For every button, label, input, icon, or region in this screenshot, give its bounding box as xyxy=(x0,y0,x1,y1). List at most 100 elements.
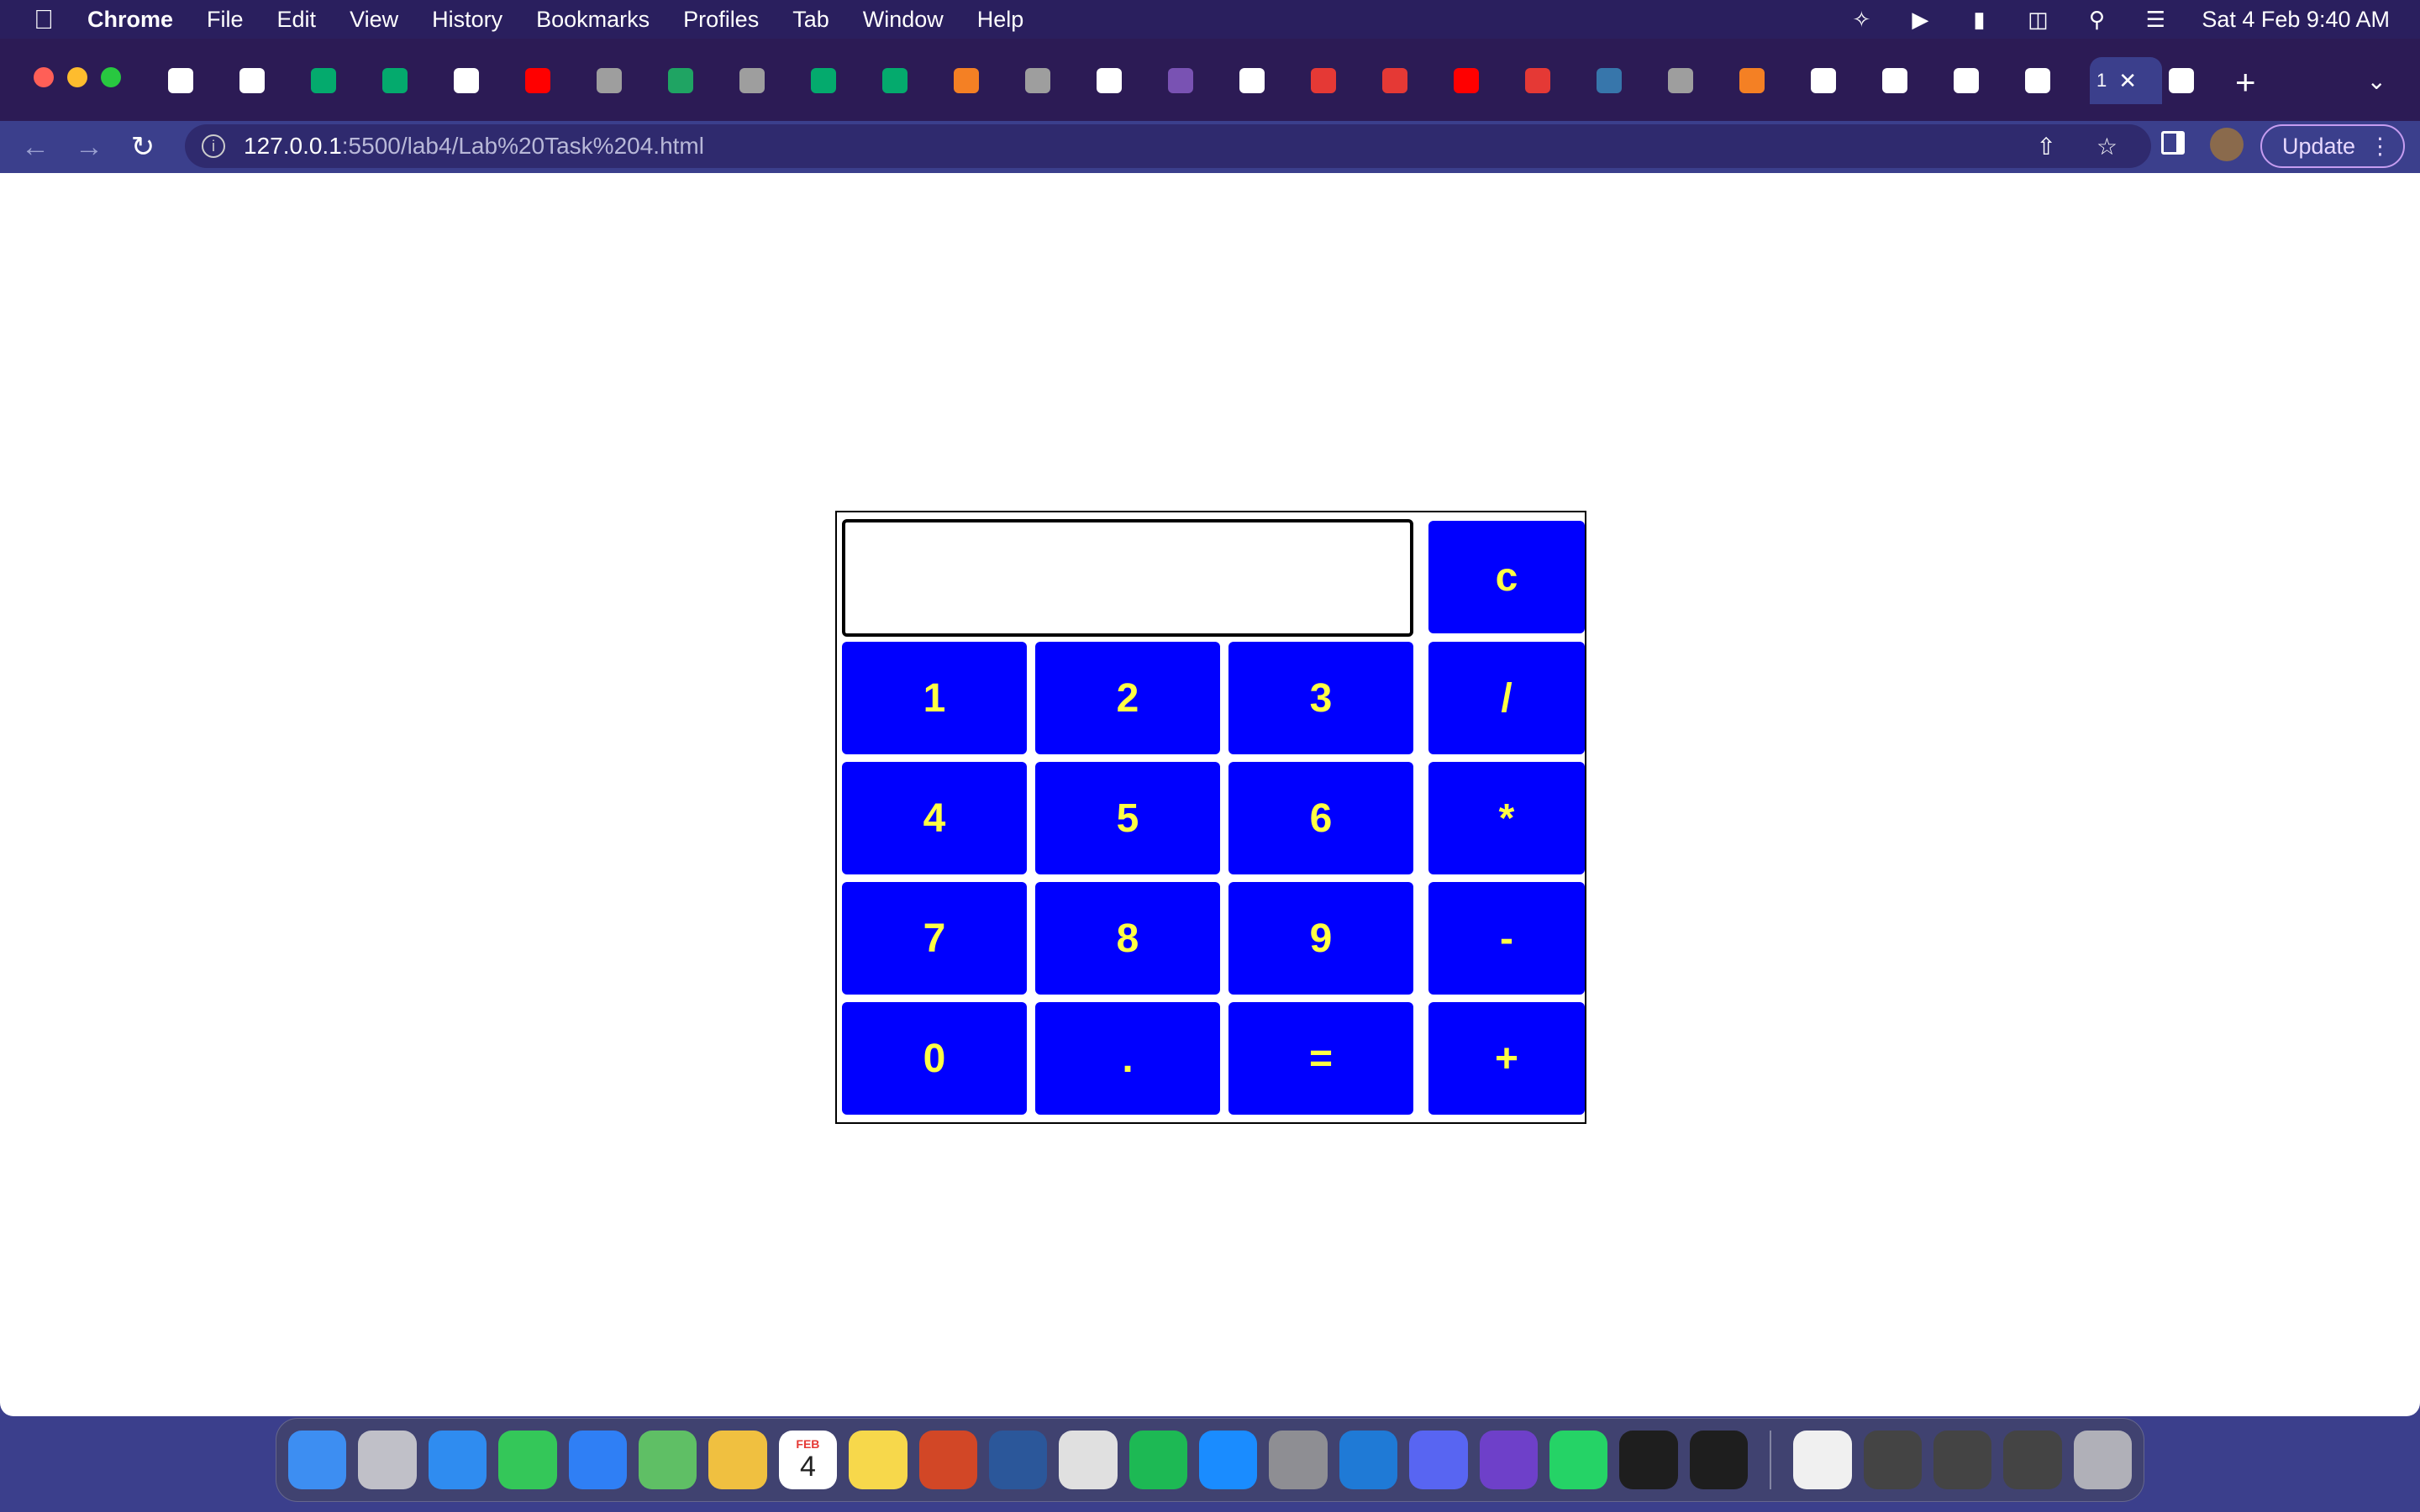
dock-discord-icon[interactable] xyxy=(1409,1431,1468,1489)
dock-window-thumbnail-icon[interactable] xyxy=(2003,1431,2062,1489)
dock-finder-icon[interactable] xyxy=(288,1431,347,1489)
new-tab-plus-icon[interactable]: + xyxy=(2235,62,2256,102)
dock-app-store-icon[interactable] xyxy=(1199,1431,1258,1489)
key-0-button[interactable]: 0 xyxy=(842,1002,1027,1115)
key-subtract-button[interactable]: - xyxy=(1428,882,1585,995)
dock-github-desktop-icon[interactable] xyxy=(1479,1431,1539,1489)
tab-27[interactable] xyxy=(2018,57,2090,104)
dock-messages-icon[interactable] xyxy=(498,1431,557,1489)
reload-icon[interactable]: ↻ xyxy=(116,130,170,164)
menu-file[interactable]: File xyxy=(207,7,244,33)
control-center-icon[interactable]: ☰ xyxy=(2143,7,2168,32)
tab-24[interactable] xyxy=(1804,57,1876,104)
dock-whatsapp-icon[interactable] xyxy=(1549,1431,1608,1489)
spotlight-search-icon[interactable]: ⚲ xyxy=(2084,7,2109,32)
dock-system-settings-icon[interactable] xyxy=(1269,1431,1328,1489)
menu-tab[interactable]: Tab xyxy=(792,7,829,33)
close-icon[interactable]: ✕ xyxy=(2118,68,2137,94)
tab-5[interactable] xyxy=(447,57,518,104)
tab-11[interactable] xyxy=(876,57,947,104)
tab-7[interactable] xyxy=(590,57,661,104)
key-divide-button[interactable]: / xyxy=(1428,642,1585,754)
share-icon[interactable]: ⇧ xyxy=(2036,133,2055,160)
dock-window-thumbnail-icon[interactable] xyxy=(1933,1431,1992,1489)
dock-calendar-icon[interactable]: FEB 4 xyxy=(778,1431,838,1489)
tab-active[interactable]: 1 ✕ xyxy=(2090,57,2162,104)
dock-trash-icon[interactable] xyxy=(2073,1431,2133,1489)
dock-word-icon[interactable] xyxy=(988,1431,1048,1489)
tab-23[interactable] xyxy=(1733,57,1804,104)
dock-chrome-icon[interactable] xyxy=(1059,1431,1118,1489)
tab-21[interactable] xyxy=(1590,57,1661,104)
dock-safari-icon[interactable] xyxy=(428,1431,487,1489)
tab-search-chevron-icon[interactable]: ⌄ xyxy=(2367,67,2386,95)
screen-mirroring-icon[interactable]: ◫ xyxy=(2025,7,2050,32)
apple-icon[interactable]:  xyxy=(0,4,87,35)
dock-photos-icon[interactable] xyxy=(708,1431,767,1489)
tab-8[interactable] xyxy=(661,57,733,104)
tab-20[interactable] xyxy=(1518,57,1590,104)
key-3-button[interactable]: 3 xyxy=(1228,642,1413,754)
clear-button[interactable]: c xyxy=(1428,521,1585,633)
more-options-icon[interactable]: ⋮ xyxy=(2369,134,2391,160)
key-2-button[interactable]: 2 xyxy=(1035,642,1220,754)
minimize-window-button[interactable] xyxy=(67,67,87,87)
battery-icon[interactable]: ▮ xyxy=(1966,7,1991,32)
dock-html-file-icon[interactable] xyxy=(1793,1431,1852,1489)
dock-terminal-icon[interactable] xyxy=(1689,1431,1749,1489)
tab-4[interactable] xyxy=(376,57,447,104)
update-button[interactable]: Update ⋮ xyxy=(2260,124,2405,168)
tab-2[interactable] xyxy=(233,57,304,104)
menu-profiles[interactable]: Profiles xyxy=(683,7,759,33)
tab-19[interactable] xyxy=(1447,57,1518,104)
key-7-button[interactable]: 7 xyxy=(842,882,1027,995)
tab-3[interactable] xyxy=(304,57,376,104)
bluetooth-icon[interactable]: ✧ xyxy=(1849,7,1874,32)
side-panel-icon[interactable] xyxy=(2161,131,2185,155)
menu-history[interactable]: History xyxy=(432,7,502,33)
play-icon[interactable]: ▶ xyxy=(1907,7,1933,32)
menu-clock[interactable]: Sat 4 Feb 9:40 AM xyxy=(2202,7,2390,33)
tab-17[interactable] xyxy=(1304,57,1376,104)
key-1-button[interactable]: 1 xyxy=(842,642,1027,754)
menu-view[interactable]: View xyxy=(350,7,398,33)
menu-app-name[interactable]: Chrome xyxy=(87,7,173,33)
tab-26[interactable] xyxy=(1947,57,2018,104)
dock-powerpoint-icon[interactable] xyxy=(918,1431,977,1489)
key-4-button[interactable]: 4 xyxy=(842,762,1027,874)
menu-window[interactable]: Window xyxy=(863,7,944,33)
tab-1[interactable] xyxy=(161,57,233,104)
key-equals-button[interactable]: = xyxy=(1228,1002,1413,1115)
tab-13[interactable] xyxy=(1018,57,1090,104)
key-6-button[interactable]: 6 xyxy=(1228,762,1413,874)
tab-16[interactable] xyxy=(1233,57,1304,104)
forward-arrow-icon[interactable]: → xyxy=(62,131,116,164)
tab-22[interactable] xyxy=(1661,57,1733,104)
menu-bookmarks[interactable]: Bookmarks xyxy=(536,7,650,33)
key-8-button[interactable]: 8 xyxy=(1035,882,1220,995)
tab-15[interactable] xyxy=(1161,57,1233,104)
tab-25[interactable] xyxy=(1876,57,1947,104)
close-window-button[interactable] xyxy=(34,67,54,87)
dock-maps-icon[interactable] xyxy=(638,1431,697,1489)
tab-10[interactable] xyxy=(804,57,876,104)
menu-edit[interactable]: Edit xyxy=(277,7,317,33)
menu-help[interactable]: Help xyxy=(977,7,1024,33)
tab-18[interactable] xyxy=(1376,57,1447,104)
tab-28[interactable] xyxy=(2162,57,2233,104)
dock-notes-icon[interactable] xyxy=(849,1431,908,1489)
key-decimal-button[interactable]: . xyxy=(1035,1002,1220,1115)
key-9-button[interactable]: 9 xyxy=(1228,882,1413,995)
tab-14[interactable] xyxy=(1090,57,1161,104)
key-multiply-button[interactable]: * xyxy=(1428,762,1585,874)
profile-avatar[interactable] xyxy=(2210,128,2244,161)
tab-6[interactable] xyxy=(518,57,590,104)
address-bar[interactable]: i 127.0.0.1:5500/lab4/Lab%20Task%204.htm… xyxy=(185,124,2151,168)
dock-terminal-icon[interactable] xyxy=(1619,1431,1678,1489)
key-5-button[interactable]: 5 xyxy=(1035,762,1220,874)
tab-9[interactable] xyxy=(733,57,804,104)
back-arrow-icon[interactable]: ← xyxy=(8,131,62,164)
site-info-icon[interactable]: i xyxy=(202,134,225,158)
bookmark-star-icon[interactable]: ☆ xyxy=(2096,133,2118,160)
key-add-button[interactable]: + xyxy=(1428,1002,1585,1115)
